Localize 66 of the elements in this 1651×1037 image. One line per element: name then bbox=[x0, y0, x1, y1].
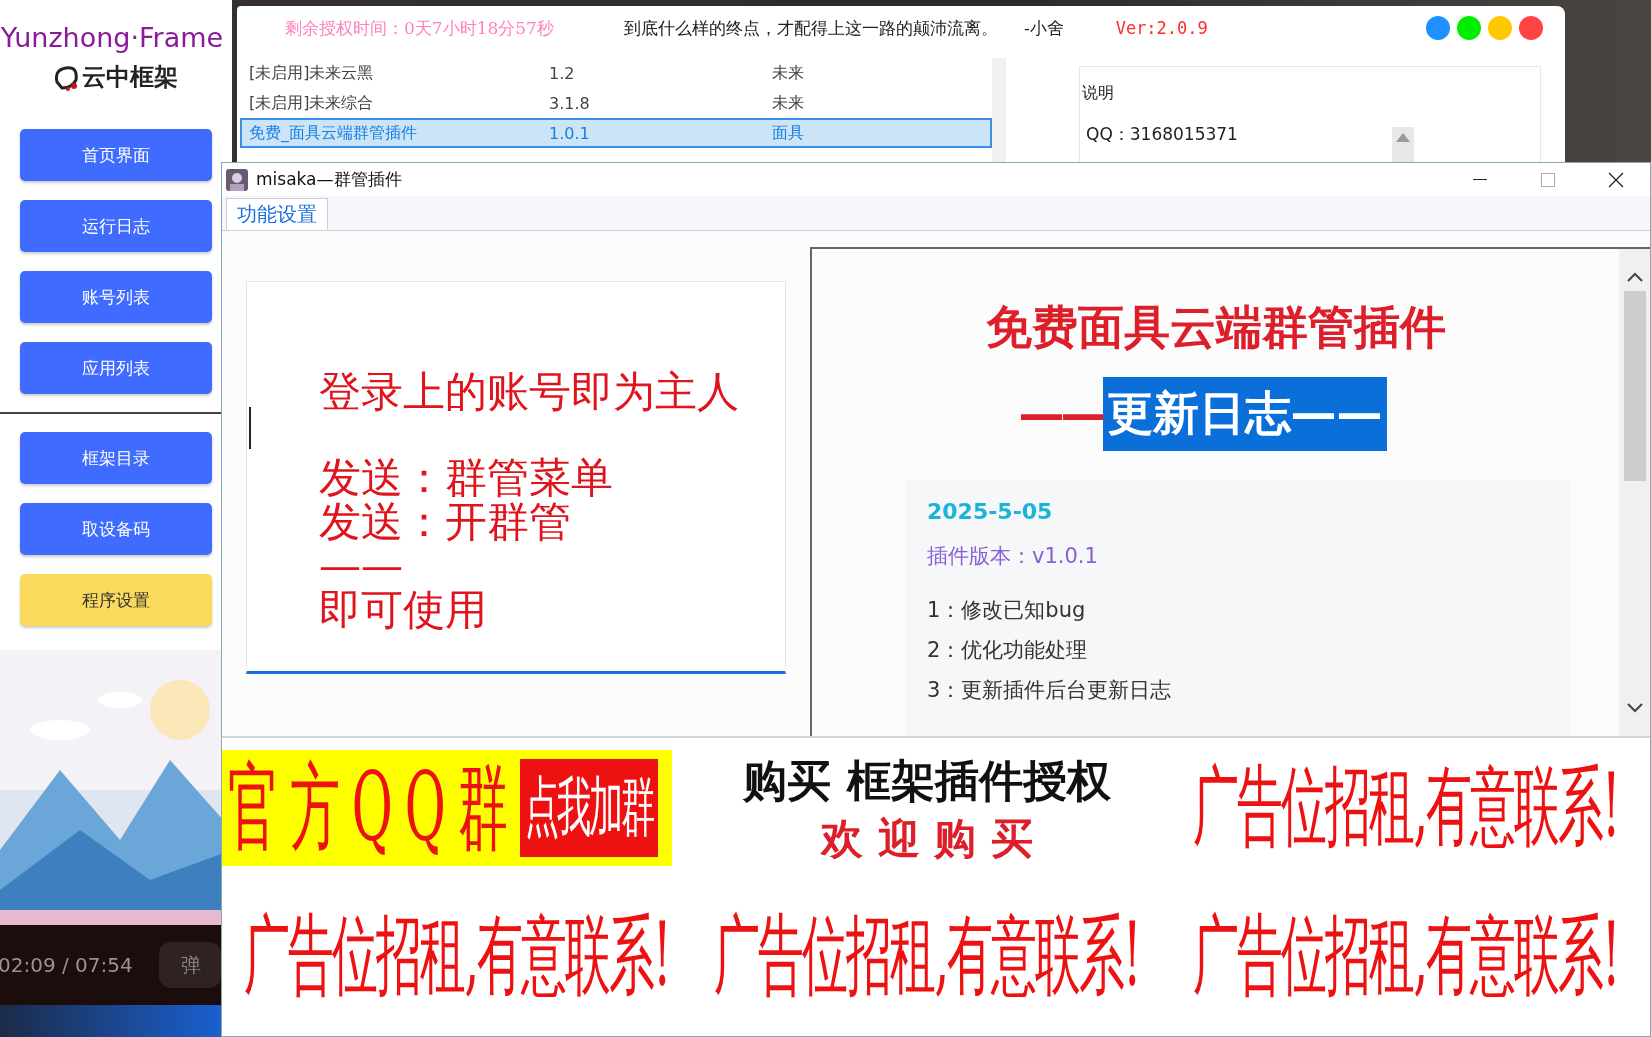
window-control-dot[interactable] bbox=[1426, 16, 1450, 40]
close-icon bbox=[1608, 171, 1624, 188]
playback-time: 02:09 / 07:54 bbox=[0, 953, 133, 977]
app-title: Yunzhong·Frame bbox=[0, 22, 224, 53]
app-icon bbox=[226, 168, 248, 191]
table-cell-text: 1.0.1 bbox=[548, 123, 591, 143]
danmaku-button[interactable]: 弹 bbox=[158, 942, 221, 988]
nav-button[interactable]: 运行日志 bbox=[20, 200, 212, 252]
selected-text: 更新日志—— bbox=[1102, 377, 1387, 451]
table-cell-text: 面具 bbox=[771, 122, 805, 144]
command-line: 发送：群管菜单 bbox=[319, 456, 613, 500]
nav-button[interactable]: 账号列表 bbox=[20, 271, 212, 323]
nav-button[interactable]: 应用列表 bbox=[20, 342, 212, 394]
window-title: misaka—群管插件 bbox=[256, 168, 402, 191]
quote: 到底什么样的终点，才配得上这一路的颠沛流离。 bbox=[623, 16, 998, 40]
chevron-up-icon bbox=[1625, 271, 1644, 283]
plugin-row[interactable]: 免费_面具云端群管插件 1.0.1 面具 bbox=[240, 118, 992, 148]
caret-up-icon bbox=[1396, 133, 1410, 142]
table-cell-text: 未来 bbox=[771, 92, 805, 114]
separator-dash: —— bbox=[319, 544, 403, 588]
join-group-button[interactable]: 点我加群 bbox=[519, 759, 658, 857]
changelog-date: 2025-5-05 bbox=[927, 499, 1054, 524]
ad-rental-text: 广告位招租,有意联系! bbox=[244, 902, 670, 1009]
command-line: 发送：开群管 bbox=[319, 500, 571, 544]
text-cursor bbox=[249, 407, 251, 449]
logo: 云中框架 bbox=[54, 61, 178, 93]
quote-author: -小舍 bbox=[1023, 16, 1064, 40]
ad-rental-text: 广告位招租,有意联系! bbox=[1193, 902, 1619, 1009]
table-cell-text: 未来 bbox=[771, 62, 805, 84]
nav-button[interactable]: 框架目录 bbox=[20, 432, 212, 484]
purchase-heading: 购买 框架插件授权 bbox=[743, 754, 1111, 808]
plugin-version: 插件版本：v1.0.1 bbox=[927, 543, 1099, 570]
plugin-row[interactable]: [未启用]未来云黑 1.2 未来 bbox=[240, 58, 992, 88]
table-cell-text: 3.1.8 bbox=[548, 93, 591, 113]
window-control-dot[interactable] bbox=[1457, 16, 1481, 40]
qq-group-text: 官 方 Q Q 群 bbox=[228, 750, 506, 865]
maximize-icon bbox=[1541, 172, 1555, 187]
title-dash: —— bbox=[1018, 387, 1103, 441]
changelog-item: 3：更新插件后台更新日志 bbox=[927, 677, 1173, 704]
table-cell-text: [未启用]未来综合 bbox=[248, 92, 375, 114]
changelog-item: 2：优化功能处理 bbox=[927, 637, 1089, 664]
version-label: Ver:2.0.9 bbox=[1115, 18, 1208, 38]
purchase-subheading: 欢 迎 购 买 bbox=[821, 813, 1033, 865]
ad-rental-text: 广告位招租,有意联系! bbox=[714, 902, 1140, 1009]
license-time: 剩余授权时间：0天7小时18分57秒 bbox=[285, 16, 554, 40]
scrollbar[interactable] bbox=[1619, 249, 1650, 736]
tab[interactable]: 功能设置 bbox=[226, 198, 328, 230]
qq-number: QQ：3168015371 bbox=[1086, 123, 1238, 146]
scroll-thumb[interactable] bbox=[1623, 291, 1646, 481]
changelog-title: 免费面具云端群管插件 bbox=[985, 299, 1446, 356]
table-cell-text: [未启用]未来云黑 bbox=[248, 62, 375, 84]
window-control-dot[interactable] bbox=[1519, 16, 1543, 40]
nav-button[interactable]: 程序设置 bbox=[20, 574, 212, 626]
usage-note: 即可使用 bbox=[319, 588, 487, 632]
table-cell-text: 免费_面具云端群管插件 bbox=[248, 122, 418, 144]
table-cell-text: 1.2 bbox=[548, 63, 576, 83]
chevron-down-icon bbox=[1625, 702, 1644, 714]
info-title: 说明 bbox=[1082, 83, 1115, 104]
plugin-row[interactable]: [未启用]未来综合 3.1.8 未来 bbox=[240, 88, 992, 118]
owner-note: 登录上的账号即为主人 bbox=[319, 370, 739, 414]
nav-button[interactable]: 取设备码 bbox=[20, 503, 212, 555]
minimize-icon bbox=[1473, 178, 1487, 181]
ad-rental-text: 广告位招租,有意联系! bbox=[1193, 753, 1619, 860]
nav-button[interactable]: 首页界面 bbox=[20, 129, 212, 181]
changelog-item: 1：修改已知bug bbox=[927, 597, 1087, 624]
window-control-dot[interactable] bbox=[1488, 16, 1512, 40]
